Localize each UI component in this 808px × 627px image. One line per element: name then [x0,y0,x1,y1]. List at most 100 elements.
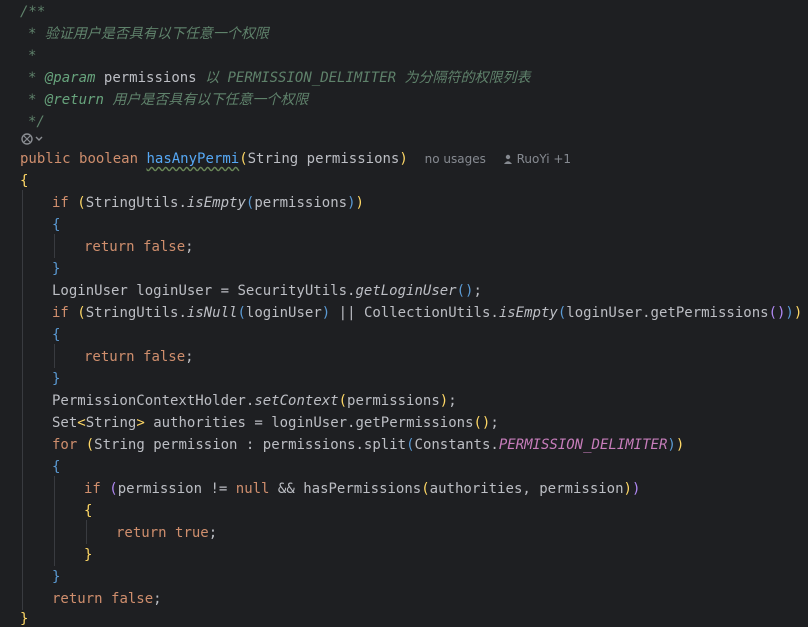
brace: { [52,459,61,475]
method-name[interactable]: hasAnyPermi [146,151,239,167]
keyword-return: return [84,349,135,365]
method-call: permissions.split [262,437,407,453]
param-type: String [247,151,299,167]
keyword-if: if [52,195,69,211]
doc-param-const: PERMISSION_DELIMITER [227,70,397,86]
code-line: for (String permission : permissions.spl… [52,437,685,453]
arg: authorities, permission [429,481,624,497]
method-call: getLoginUser [355,283,457,299]
arg: permissions [254,195,348,211]
operator: || [338,305,356,321]
var: authorities [153,415,246,431]
doc-star: * [28,48,37,64]
indent-guide [54,344,55,368]
arg: permissions [347,393,440,409]
code-line: { [84,500,92,522]
brace: { [52,327,61,343]
brace: { [52,217,61,233]
doc-param-name: permissions [103,70,197,86]
doc-star: * [28,92,37,108]
doc-star: * [28,26,37,42]
brace: } [20,611,29,627]
keyword-false: false [111,591,154,607]
type-ref: String [94,437,145,453]
doc-line: /** [20,1,45,23]
indent-guide [86,520,87,544]
type-ref: LoginUser [52,283,128,299]
operator: != [210,481,228,497]
code-line: if (StringUtils.isEmpty(permissions)) [52,195,364,211]
type-ref: String [85,415,137,431]
method-call: isEmpty [498,305,558,321]
param-name: permissions [306,151,400,167]
doc-line: * [28,45,36,67]
method-call: isNull [186,305,238,321]
code-line: { [52,214,60,236]
method-signature: public boolean hasAnyPermi(String permis… [20,151,572,167]
doc-return-tag: @return [44,92,104,108]
code-line: if (StringUtils.isNull(loginUser) || Col… [52,305,803,321]
code-editor[interactable]: /** * 验证用户是否具有以下任意一个权限 * * @param permis… [0,0,808,627]
keyword-true: true [175,525,209,541]
doc-star: * [28,70,37,86]
code-line: LoginUser loginUser = SecurityUtils.getL… [52,283,482,299]
code-line: { [52,324,60,346]
doc-line: * @param permissions 以 PERMISSION_DELIMI… [28,67,531,89]
doc-param-desc-1: 以 [205,70,220,86]
constant: PERMISSION_DELIMITER [498,437,668,453]
arg: loginUser [245,305,322,321]
keyword-if: if [52,305,69,321]
method-call: isEmpty [186,195,246,211]
doc-open: /** [20,4,46,20]
brace: } [52,371,61,387]
keyword-if: if [84,481,101,497]
code-line: { [20,170,28,192]
doc-line: * 验证用户是否具有以下任意一个权限 [28,23,269,45]
var: loginUser [136,283,213,299]
arg: loginUser.getPermissions [566,305,769,321]
class-ref: StringUtils [85,195,179,211]
code-line: if (permission != null && hasPermissions… [84,481,641,497]
code-line: Set<String> authorities = loginUser.getP… [52,415,499,431]
class-ref: StringUtils [85,305,179,321]
class-ref: CollectionUtils [363,305,491,321]
class-ref: SecurityUtils [237,283,348,299]
brace: } [84,547,93,563]
type-ref: Set [52,415,78,431]
code-line: } [52,368,60,390]
doc-close: */ [28,114,45,130]
var: permission [117,481,203,497]
keyword-null: null [235,481,270,497]
method-call: setContext [254,393,339,409]
code-line: { [52,456,60,478]
brace: } [52,569,61,585]
brace: { [84,503,93,519]
doc-line: * @return 用户是否具有以下任意一个权限 [28,89,308,111]
class-ref: PermissionContextHolder [52,393,246,409]
indent-guide [54,476,55,566]
var: permission [153,437,238,453]
code-line: return false; [84,239,194,255]
brace: { [20,173,29,189]
keyword-return: return [116,525,167,541]
code-line: return false; [84,349,194,365]
author-hint[interactable]: RuoYi +1 [503,152,571,166]
doc-line: */ [28,111,45,133]
code-line: return false; [52,591,162,607]
keyword-false: false [143,239,186,255]
indent-guide [22,190,23,610]
keyword-return: return [84,239,135,255]
render-doc-icon[interactable] [20,131,44,147]
keyword-return: return [52,591,103,607]
keyword-for: for [52,437,78,453]
code-line: PermissionContextHolder.setContext(permi… [52,393,457,409]
code-line: } [84,544,92,566]
code-line: } [20,608,28,627]
class-ref: Constants [414,437,491,453]
doc-param-tag: @param [44,70,96,86]
author-text: RuoYi +1 [516,152,572,166]
brace: } [52,261,61,277]
usages-hint[interactable]: no usages [425,152,486,166]
keyword-false: false [143,349,186,365]
code-line: } [52,258,60,280]
